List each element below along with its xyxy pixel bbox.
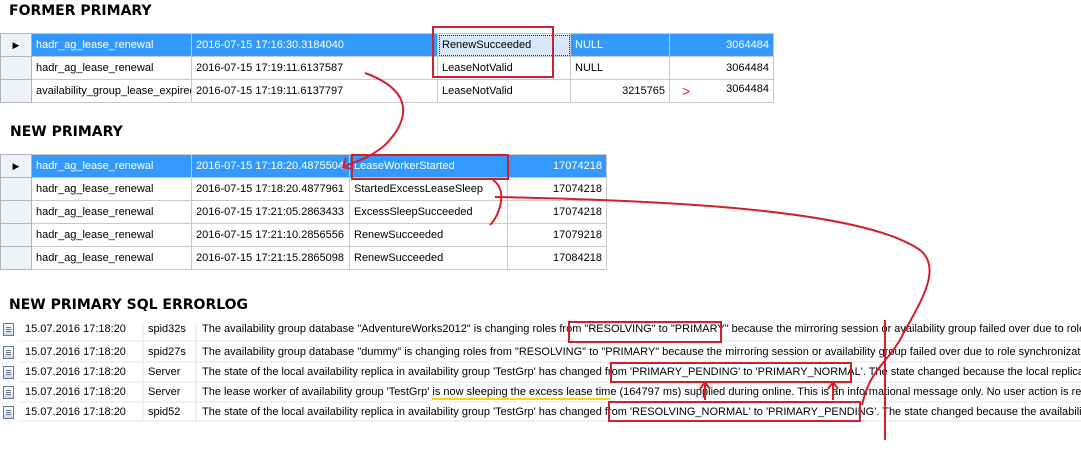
greater-than-annotation: > (682, 83, 691, 99)
table-row[interactable]: hadr_ag_lease_renewal 2016-07-15 17:21:1… (0, 246, 607, 270)
timestamp-cell[interactable]: 2016-07-15 17:18:20.4877961 (191, 177, 350, 201)
log-source: spid52 (148, 406, 181, 418)
log-entry-icon (3, 386, 14, 399)
table-row[interactable]: hadr_ag_lease_renewal 2016-07-15 17:19:1… (0, 56, 774, 80)
new-primary-title: NEW PRIMARY (10, 124, 123, 140)
value-cell[interactable]: 17074218 (507, 200, 607, 224)
log-date: 15.07.2016 17:18:20 (25, 346, 126, 358)
state-cell[interactable]: RenewSucceeded (437, 33, 571, 57)
log-source: Server (148, 366, 181, 378)
event-cell[interactable]: hadr_ag_lease_renewal (31, 246, 192, 270)
timestamp-cell[interactable]: 2016-07-15 17:16:30.3184040 (191, 33, 438, 57)
log-entry-icon (3, 346, 14, 359)
event-cell[interactable]: availability_group_lease_expired (31, 79, 192, 103)
value-cell[interactable]: 17074218 (507, 177, 607, 201)
timestamp-cell[interactable]: 2016-07-15 17:21:10.2856556 (191, 223, 350, 247)
value-cell[interactable]: 3064484 (669, 56, 774, 80)
event-cell[interactable]: hadr_ag_lease_renewal (31, 177, 192, 201)
row-header[interactable]: ▶ (0, 154, 32, 178)
list-item[interactable]: 15.07.2016 17:18:20 Server The state of … (0, 363, 1081, 382)
row-header[interactable] (0, 246, 32, 270)
timestamp-cell[interactable]: 2016-07-15 17:21:05.2863433 (191, 200, 350, 224)
row-pointer-icon: ▶ (12, 161, 20, 171)
event-cell[interactable]: hadr_ag_lease_renewal (31, 33, 192, 57)
event-cell[interactable]: hadr_ag_lease_renewal (31, 154, 192, 178)
table-row[interactable]: hadr_ag_lease_renewal 2016-07-15 17:21:0… (0, 200, 607, 224)
new-primary-grid: ▶ hadr_ag_lease_renewal 2016-07-15 17:18… (0, 154, 607, 270)
value-cell[interactable]: NULL (570, 56, 670, 80)
event-cell[interactable]: hadr_ag_lease_renewal (31, 223, 192, 247)
list-item[interactable]: 15.07.2016 17:18:20 spid32s The availabi… (0, 320, 1081, 339)
timestamp-cell[interactable]: 2016-07-15 17:18:20.4875504 (191, 154, 350, 178)
list-item[interactable]: 15.07.2016 17:18:20 Server The lease wor… (0, 383, 1081, 402)
state-cell[interactable]: LeaseNotValid (437, 56, 571, 80)
list-item[interactable]: 15.07.2016 17:18:20 spid27s The availabi… (0, 343, 1081, 362)
value-cell[interactable]: NULL (570, 33, 670, 57)
state-cell[interactable]: RenewSucceeded (349, 246, 508, 270)
log-source: spid27s (148, 346, 186, 358)
value-cell[interactable]: 3215765 (570, 79, 670, 103)
row-header[interactable] (0, 200, 32, 224)
former-primary-grid: ▶ hadr_ag_lease_renewal 2016-07-15 17:16… (0, 33, 774, 103)
row-header[interactable] (0, 223, 32, 247)
row-pointer-icon: ▶ (12, 40, 20, 50)
log-entry-icon (3, 406, 14, 419)
row-header[interactable]: ▶ (0, 33, 32, 57)
table-row[interactable]: ▶ hadr_ag_lease_renewal 2016-07-15 17:16… (0, 33, 774, 57)
log-source: Server (148, 386, 181, 398)
table-row[interactable]: hadr_ag_lease_renewal 2016-07-15 17:18:2… (0, 177, 607, 201)
table-row[interactable]: hadr_ag_lease_renewal 2016-07-15 17:21:1… (0, 223, 607, 247)
log-message: The availability group database "dummy" … (202, 346, 1081, 358)
row-header[interactable] (0, 56, 32, 80)
table-row[interactable]: ▶ hadr_ag_lease_renewal 2016-07-15 17:18… (0, 154, 607, 178)
event-cell[interactable]: hadr_ag_lease_renewal (31, 200, 192, 224)
value-text: 3064484 (726, 83, 769, 95)
row-header[interactable] (0, 177, 32, 201)
timestamp-cell[interactable]: 2016-07-15 17:19:11.6137587 (191, 56, 438, 80)
table-row[interactable]: availability_group_lease_expired 2016-07… (0, 79, 774, 103)
log-date: 15.07.2016 17:18:20 (25, 386, 126, 398)
event-cell[interactable]: hadr_ag_lease_renewal (31, 56, 192, 80)
value-cell[interactable]: 17079218 (507, 223, 607, 247)
log-message: The lease worker of availability group '… (202, 386, 1081, 398)
log-source: spid32s (148, 323, 186, 335)
former-primary-title: FORMER PRIMARY (9, 3, 152, 19)
state-cell[interactable]: RenewSucceeded (349, 223, 508, 247)
log-date: 15.07.2016 17:18:20 (25, 406, 126, 418)
log-date: 15.07.2016 17:18:20 (25, 366, 126, 378)
log-message: The availability group database "Adventu… (202, 323, 1081, 335)
log-entry-icon (3, 366, 14, 379)
row-header[interactable] (0, 79, 32, 103)
value-cell[interactable]: 3064484 (669, 33, 774, 57)
log-date: 15.07.2016 17:18:20 (25, 323, 126, 335)
state-cell[interactable]: StartedExcessLeaseSleep (349, 177, 508, 201)
timestamp-cell[interactable]: 2016-07-15 17:21:15.2865098 (191, 246, 350, 270)
state-cell[interactable]: LeaseWorkerStarted (349, 154, 508, 178)
list-item[interactable]: 15.07.2016 17:18:20 spid52 The state of … (0, 403, 1081, 422)
value-cell[interactable]: >3064484 (669, 79, 774, 103)
log-message: The state of the local availability repl… (202, 406, 1081, 418)
log-message: The state of the local availability repl… (202, 366, 1081, 378)
value-cell[interactable]: 17084218 (507, 246, 607, 270)
log-entry-icon (3, 323, 14, 336)
state-cell[interactable]: ExcessSleepSucceeded (349, 200, 508, 224)
timestamp-cell[interactable]: 2016-07-15 17:19:11.6137797 (191, 79, 438, 103)
errorlog-title: NEW PRIMARY SQL ERRORLOG (9, 297, 249, 313)
value-cell[interactable]: 17074218 (507, 154, 607, 178)
state-cell[interactable]: LeaseNotValid (437, 79, 571, 103)
